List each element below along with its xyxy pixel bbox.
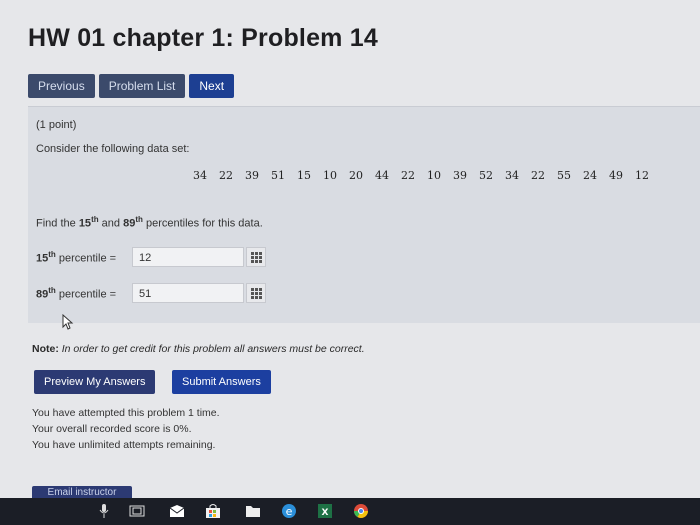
remaining-status: You have unlimited attempts remaining.	[32, 439, 216, 451]
answer-label: 15th percentile =	[36, 250, 132, 265]
percentile-number: 89	[123, 217, 136, 230]
score-status: Your overall recorded score is 0%.	[32, 423, 192, 435]
percentile-number: 89	[36, 288, 49, 301]
equation-editor-icon[interactable]	[246, 247, 266, 267]
ordinal-suffix: th	[48, 249, 56, 259]
data-value: 24	[583, 169, 597, 182]
files-icon[interactable]	[244, 502, 262, 520]
ordinal-suffix: th	[135, 215, 143, 224]
data-value: 55	[557, 169, 571, 182]
credit-note: Note: In order to get credit for this pr…	[32, 343, 365, 355]
label-text: percentile =	[55, 288, 117, 301]
mouse-cursor-icon	[62, 313, 74, 335]
data-value: 20	[349, 169, 363, 182]
edge-icon[interactable]: e	[280, 502, 298, 520]
data-value: 51	[271, 169, 285, 182]
problem-body: (1 point) Consider the following data se…	[28, 106, 700, 323]
data-value: 49	[609, 169, 623, 182]
data-value: 12	[635, 169, 649, 182]
data-value: 39	[453, 169, 467, 182]
taskbar: e X	[0, 498, 700, 525]
svg-text:e: e	[286, 505, 293, 518]
data-value: 22	[531, 169, 545, 182]
label-text: percentile =	[55, 252, 117, 265]
store-icon[interactable]	[204, 502, 222, 520]
data-value: 22	[401, 169, 415, 182]
find-instruction: Find the 15th and 89th percentiles for t…	[36, 215, 263, 230]
percentile-number: 15	[36, 252, 49, 265]
data-value: 44	[375, 169, 389, 182]
submit-answers-button[interactable]: Submit Answers	[172, 370, 271, 394]
data-value: 15	[297, 169, 311, 182]
page-title: HW 01 chapter 1: Problem 14	[28, 24, 378, 52]
equation-editor-icon[interactable]	[246, 283, 266, 303]
chrome-icon[interactable]	[352, 502, 370, 520]
svg-text:X: X	[322, 508, 329, 518]
excel-icon[interactable]: X	[316, 502, 334, 520]
mic-icon[interactable]	[95, 502, 113, 520]
ordinal-suffix: th	[48, 285, 56, 295]
previous-button[interactable]: Previous	[28, 74, 95, 98]
answer-input-89th[interactable]: 51	[132, 283, 244, 303]
find-text: and	[98, 217, 124, 230]
preview-answers-button[interactable]: Preview My Answers	[34, 370, 156, 394]
answer-row-89th: 89th percentile = 51	[36, 283, 266, 303]
data-set: 34 22 39 51 15 10 20 44 22 10 39 52 34 2…	[193, 169, 649, 182]
attempts-status: You have attempted this problem 1 time.	[32, 407, 220, 419]
note-text: In order to get credit for this problem …	[58, 343, 365, 355]
data-value: 34	[505, 169, 519, 182]
point-value: (1 point)	[36, 119, 77, 131]
note-label: Note:	[32, 343, 59, 355]
mail-icon[interactable]	[168, 502, 186, 520]
problem-nav: Previous Problem List Next	[28, 74, 235, 98]
data-value: 10	[323, 169, 337, 182]
data-value: 34	[193, 169, 207, 182]
find-text: Find the	[36, 217, 79, 230]
task-view-icon[interactable]	[128, 502, 146, 520]
problem-prompt: Consider the following data set:	[36, 143, 190, 155]
problem-list-button[interactable]: Problem List	[98, 74, 186, 98]
percentile-number: 15	[78, 217, 92, 230]
data-value: 39	[245, 169, 259, 182]
data-value: 52	[479, 169, 493, 182]
next-button[interactable]: Next	[189, 74, 235, 98]
answer-input-15th[interactable]: 12	[132, 247, 244, 267]
ordinal-suffix: th	[91, 215, 99, 224]
data-value: 22	[219, 169, 233, 182]
answer-label: 89th percentile =	[36, 286, 132, 301]
data-value: 10	[427, 169, 441, 182]
answer-row-15th: 15th percentile = 12	[36, 247, 266, 267]
find-text: percentiles for this data.	[142, 217, 263, 230]
